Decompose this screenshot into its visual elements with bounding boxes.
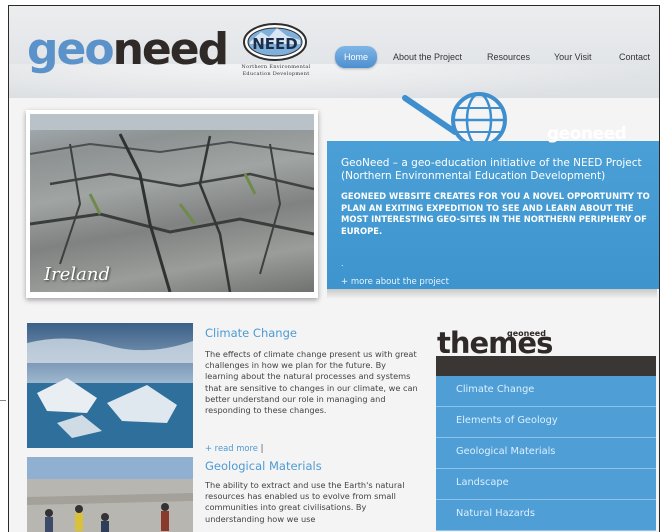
globe-magnifier-icon	[402, 92, 507, 148]
need-caption-line1: Northern Environmental	[241, 64, 311, 70]
globe-geoneed-label: geoneed	[547, 124, 627, 144]
read-more-separator: |	[260, 443, 264, 453]
limestone-pavement-image: Ireland	[30, 114, 314, 292]
themes-heading: themes	[437, 326, 553, 360]
climate-change-photo[interactable]	[27, 323, 193, 448]
hero-panel-shadow	[327, 289, 657, 299]
hero-dot: .	[341, 259, 344, 268]
logo-need-text: need	[112, 24, 230, 75]
geological-materials-photo[interactable]	[27, 457, 193, 532]
hero-body: GEONEED WEBSITE CREATES FOR YOU A NOVEL …	[341, 191, 650, 236]
themes-list: Climate Change Elements of Geology Geolo…	[436, 376, 656, 531]
climate-change-title[interactable]: Climate Change	[205, 326, 297, 340]
theme-landscape[interactable]: Landscape	[436, 469, 656, 500]
hero-title: GeoNeed – a geo-education initiative of …	[341, 157, 642, 182]
nav-contact[interactable]: Contact	[619, 46, 650, 68]
glacier-image	[27, 323, 193, 448]
geological-materials-title[interactable]: Geological Materials	[205, 459, 322, 473]
geoneed-logo[interactable]: geoneed	[27, 24, 230, 75]
need-badge-icon: NEED	[243, 23, 307, 61]
logo-geo-text: geo	[27, 24, 115, 75]
theme-natural-hazards[interactable]: Natural Hazards	[436, 500, 656, 531]
read-more-link[interactable]: + read more	[205, 443, 258, 453]
globe-magnifier-graphic	[401, 84, 521, 148]
nav-your-visit[interactable]: Your Visit	[554, 46, 592, 68]
need-caption: Northern Environmental Education Develop…	[231, 64, 321, 78]
theme-geological-materials[interactable]: Geological Materials	[436, 438, 656, 469]
themes-bar	[436, 356, 656, 376]
nav-resources[interactable]: Resources	[487, 46, 530, 68]
read-more-row: + read more |	[205, 443, 263, 453]
page-frame: geoneed NEED Northern Environmental Educ…	[8, 5, 660, 532]
more-about-project-link[interactable]: + more about the project	[341, 277, 449, 287]
nav-about-the-project[interactable]: About the Project	[393, 46, 462, 68]
hero-photo-ireland: Ireland	[26, 110, 318, 298]
photo-caption: Ireland	[44, 264, 110, 285]
climate-change-body: The effects of climate change present us…	[205, 349, 418, 416]
hero-info-panel: GeoNeed – a geo-education initiative of …	[327, 141, 659, 289]
nav-home[interactable]: Home	[335, 46, 378, 68]
left-edge-tick	[0, 400, 6, 401]
badge-text: NEED	[252, 35, 298, 53]
need-caption-line2: Education Development	[242, 71, 310, 77]
theme-elements-of-geology[interactable]: Elements of Geology	[436, 407, 656, 438]
theme-climate-change[interactable]: Climate Change	[436, 376, 656, 407]
need-badge-logo: NEED	[241, 22, 309, 62]
quarry-people-image	[27, 457, 193, 532]
geological-materials-body: The ability to extract and use the Earth…	[205, 480, 405, 524]
site-header: geoneed NEED Northern Environmental Educ…	[9, 6, 659, 104]
